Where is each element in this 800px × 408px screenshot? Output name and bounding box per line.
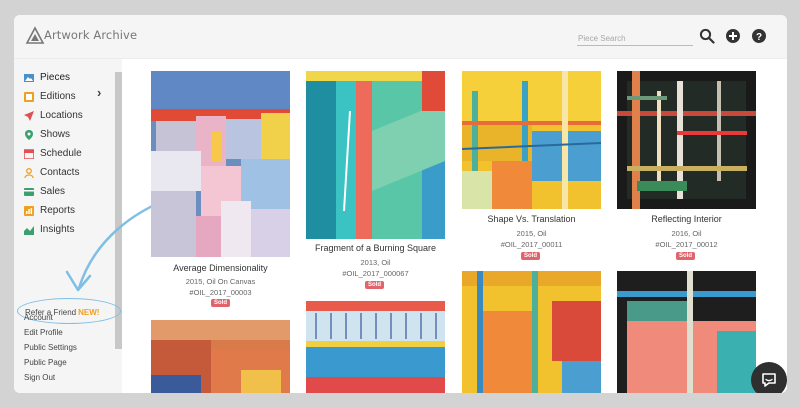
sidebar-item-shows[interactable]: Shows (24, 126, 70, 143)
artwork-thumbnail[interactable] (462, 271, 601, 393)
help-icon[interactable]: ? (751, 28, 767, 44)
chat-button[interactable] (751, 362, 787, 393)
image-icon (24, 73, 34, 82)
artwork-id: #OIL_2017_000067 (342, 269, 409, 278)
artwork-id: #OIL_2017_00003 (189, 288, 252, 297)
calendar-icon (24, 148, 34, 159)
sidebar-item-schedule[interactable]: Schedule (24, 145, 82, 162)
insights-icon (24, 225, 34, 235)
artwork-thumbnail[interactable] (151, 71, 290, 257)
artwork-title[interactable]: Reflecting Interior (617, 214, 756, 224)
new-badge: NEW! (78, 308, 100, 317)
artwork-meta: 2015, Oil (516, 229, 547, 238)
piece-search-input[interactable] (577, 29, 693, 46)
sign-out-link[interactable]: Sign Out (24, 373, 55, 382)
artwork-thumbnail[interactable] (617, 271, 756, 393)
sold-badge: Sold (676, 252, 695, 260)
sidebar-item-label: Editions (40, 91, 76, 102)
sold-badge: Sold (521, 252, 540, 260)
artwork-title[interactable]: Fragment of a Burning Square (306, 243, 445, 253)
artwork-meta: 2016, Oil (671, 229, 702, 238)
reports-icon (24, 205, 34, 216)
artwork-id: #OIL_2017_00012 (655, 240, 718, 249)
sidebar-item-locations[interactable]: Locations (24, 107, 83, 124)
artwork-thumbnail[interactable] (306, 71, 445, 239)
artwork-title[interactable]: Shape Vs. Translation (462, 214, 601, 224)
sidebar-item-editions[interactable]: Editions (24, 88, 76, 105)
sidebar-item-label: Schedule (40, 148, 82, 159)
public-page-link[interactable]: Public Page (24, 358, 67, 367)
map-pin-icon (25, 129, 33, 140)
artwork-archive-logo-icon[interactable] (25, 26, 45, 46)
add-icon[interactable] (725, 28, 741, 44)
artwork-id: #OIL_2017_00011 (500, 240, 563, 249)
artwork-meta: 2015, Oil On Canvas (185, 277, 256, 286)
artwork-thumbnail[interactable] (462, 71, 601, 209)
sold-badge: Sold (365, 281, 384, 289)
svg-text:?: ? (756, 32, 762, 43)
sidebar-item-contacts[interactable]: Contacts (24, 164, 79, 181)
artwork-meta: 2013, Oil (360, 258, 391, 267)
contacts-icon (24, 167, 34, 178)
app-window: Artwork Archive ? ▼ Pieces › Editions Lo… (14, 15, 787, 393)
artwork-thumbnail[interactable] (617, 71, 756, 209)
artwork-thumbnail[interactable] (151, 320, 290, 393)
app-name[interactable]: Artwork Archive (44, 28, 137, 42)
chevron-right-icon[interactable]: › (97, 85, 101, 100)
editions-icon (24, 91, 34, 102)
sidebar-item-label: Pieces (40, 72, 71, 83)
sidebar-item-label: Shows (40, 129, 71, 140)
top-bar: Artwork Archive ? (14, 15, 787, 59)
account-link[interactable]: Account (24, 313, 53, 322)
edit-profile-link[interactable]: Edit Profile (24, 328, 63, 337)
location-arrow-icon (24, 110, 34, 121)
sold-badge: Sold (211, 299, 230, 307)
public-settings-link[interactable]: Public Settings (24, 343, 77, 352)
chat-icon (762, 373, 776, 387)
sidebar-item-label: Contacts (40, 167, 80, 178)
search-icon[interactable] (699, 28, 715, 44)
credit-card-icon (24, 187, 34, 196)
sidebar-item-pieces[interactable]: Pieces (24, 69, 70, 86)
artwork-title[interactable]: Average Dimensionality (151, 263, 290, 273)
sidebar-item-label: Locations (40, 110, 83, 121)
artwork-thumbnail[interactable] (306, 301, 445, 393)
